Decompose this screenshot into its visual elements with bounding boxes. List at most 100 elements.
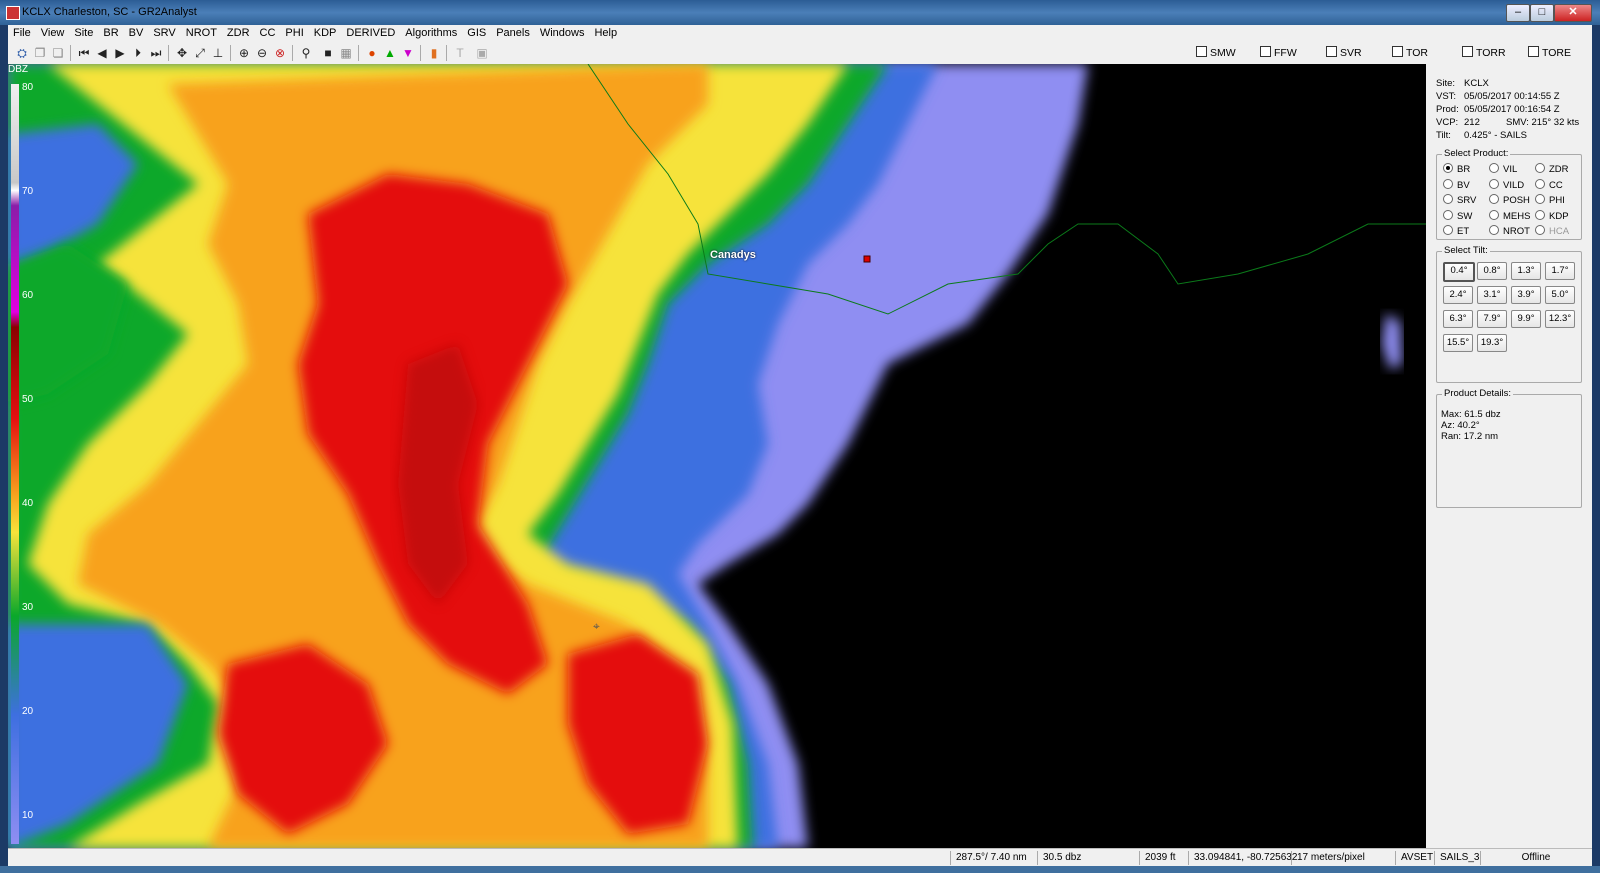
close-button[interactable]: ✕ — [1554, 4, 1592, 22]
radio-icon — [1443, 163, 1453, 173]
site-marker — [863, 255, 871, 263]
menu-derived[interactable]: DERIVED — [341, 25, 400, 42]
last-frame-icon[interactable]: ⏭ — [148, 45, 164, 61]
tilt-button[interactable]: 19.3° — [1477, 334, 1507, 352]
tilt-button[interactable]: 1.7° — [1545, 262, 1575, 280]
warning-toggle-smw[interactable]: SMW — [1196, 46, 1236, 59]
status-sails: SAILS_3 — [1434, 851, 1479, 865]
title-bar: KCLX Charleston, SC - GR2Analyst – □ ✕ — [0, 0, 1600, 25]
play-icon[interactable]: ▶ — [112, 45, 128, 61]
probe-icon[interactable]: ⚲ — [298, 45, 314, 61]
menu-file[interactable]: File — [8, 25, 36, 42]
zoom-reset-icon[interactable]: ⊗ — [272, 45, 288, 61]
zoom-out-icon[interactable]: ⊖ — [254, 45, 270, 61]
tilt-value: 0.425° - SAILS — [1464, 130, 1527, 141]
tilt-button[interactable]: 6.3° — [1443, 310, 1473, 328]
warning-toggle-svr[interactable]: SVR — [1326, 46, 1362, 59]
radar-display[interactable]: ⌖ DBZ 80 70 60 50 40 30 20 10 Canadys — [8, 64, 1426, 848]
copy-icon[interactable]: ❐ — [32, 45, 48, 61]
product-radio-mehs[interactable]: MEHS — [1489, 209, 1530, 222]
checkbox-icon — [1260, 46, 1271, 57]
product-radio-bv[interactable]: BV — [1443, 178, 1470, 191]
product-radio-sw[interactable]: SW — [1443, 209, 1472, 222]
menu-cc[interactable]: CC — [255, 25, 281, 42]
product-radio-hca[interactable]: HCA — [1535, 225, 1569, 237]
menu-nrot[interactable]: NROT — [181, 25, 222, 42]
menu-gis[interactable]: GIS — [462, 25, 491, 42]
tvs-icon[interactable]: ▼ — [400, 45, 416, 61]
warning-toggle-torr[interactable]: TORR — [1462, 46, 1506, 59]
product-radio-label: BR — [1457, 164, 1471, 175]
connect-icon[interactable]: ⛭ — [14, 45, 30, 61]
menu-srv[interactable]: SRV — [148, 25, 180, 42]
product-radio-vil[interactable]: VIL — [1489, 163, 1517, 175]
placefile-icon[interactable]: ▣ — [474, 45, 490, 61]
product-radio-nrot[interactable]: NROT — [1489, 225, 1530, 237]
tilt-button[interactable]: 5.0° — [1545, 286, 1575, 304]
product-radio-kdp[interactable]: KDP — [1535, 209, 1569, 222]
radio-icon — [1535, 194, 1545, 204]
dbz-legend: DBZ 80 70 60 50 40 30 20 10 — [8, 64, 34, 848]
toolbar-separator — [168, 45, 169, 61]
product-radio-cc[interactable]: CC — [1535, 178, 1563, 191]
site-value: KCLX — [1464, 78, 1489, 89]
menu-zdr[interactable]: ZDR — [222, 25, 255, 42]
measure-tool-icon[interactable]: ⤢ — [192, 45, 208, 61]
radio-icon — [1443, 225, 1453, 235]
tilt-button[interactable]: 9.9° — [1511, 310, 1541, 328]
minimize-button[interactable]: – — [1506, 4, 1530, 22]
smooth-icon[interactable]: ■ — [320, 45, 336, 61]
warning-toggle-tor[interactable]: TOR — [1392, 46, 1428, 59]
legend-tick: 50 — [22, 394, 34, 405]
checkbox-icon — [1462, 46, 1473, 57]
product-radio-et[interactable]: ET — [1443, 225, 1469, 237]
menu-panels[interactable]: Panels — [491, 25, 535, 42]
product-radio-br[interactable]: BR — [1443, 163, 1470, 175]
menu-br[interactable]: BR — [98, 25, 123, 42]
tilt-button[interactable]: 0.8° — [1477, 262, 1507, 280]
warning-toggle-ffw[interactable]: FFW — [1260, 46, 1297, 59]
menu-kdp[interactable]: KDP — [309, 25, 342, 42]
checkbox-icon — [1528, 46, 1539, 57]
product-radio-srv[interactable]: SRV — [1443, 194, 1476, 206]
zoom-in-icon[interactable]: ⊕ — [236, 45, 252, 61]
pan-tool-icon[interactable]: ✥ — [174, 45, 190, 61]
product-radio-vild[interactable]: VILD — [1489, 178, 1524, 191]
warnings-icon[interactable]: ▮ — [426, 45, 442, 61]
menu-bv[interactable]: BV — [124, 25, 149, 42]
grid-icon[interactable]: ▦ — [338, 45, 354, 61]
text-icon[interactable]: T — [452, 45, 468, 61]
menu-algorithms[interactable]: Algorithms — [400, 25, 462, 42]
meso-icon[interactable]: ▲ — [382, 45, 398, 61]
menu-bar: File View Site BR BV SRV NROT ZDR CC PHI KDP DERIVE… — [8, 25, 1592, 42]
product-radio-phi[interactable]: PHI — [1535, 194, 1565, 206]
tilt-button[interactable]: 12.3° — [1545, 310, 1575, 328]
tilt-button[interactable]: 2.4° — [1443, 286, 1473, 304]
menu-help[interactable]: Help — [589, 25, 622, 42]
detail-ran: Ran: 17.2 nm — [1441, 431, 1499, 442]
menu-windows[interactable]: Windows — [535, 25, 590, 42]
tilt-button[interactable]: 0.4° — [1443, 262, 1475, 282]
cross-section-icon[interactable]: ⊥ — [210, 45, 226, 61]
product-radio-zdr[interactable]: ZDR — [1535, 163, 1569, 175]
checkbox-icon — [1196, 46, 1207, 57]
maximize-button[interactable]: □ — [1530, 4, 1554, 22]
tilt-button[interactable]: 3.1° — [1477, 286, 1507, 304]
export-icon[interactable]: ❏ — [50, 45, 66, 61]
first-frame-icon[interactable]: ⏮ — [76, 45, 92, 61]
vst-value: 05/05/2017 00:14:55 Z — [1464, 91, 1560, 102]
product-radio-label: ZDR — [1549, 164, 1569, 175]
product-radio-posh[interactable]: POSH — [1489, 194, 1530, 206]
step-forward-icon[interactable]: ⏵ — [130, 45, 146, 61]
warning-toggle-tore[interactable]: TORE — [1528, 46, 1571, 59]
tilt-button[interactable]: 7.9° — [1477, 310, 1507, 328]
menu-view[interactable]: View — [36, 25, 70, 42]
radio-icon — [1443, 194, 1453, 204]
step-back-icon[interactable]: ◀ — [94, 45, 110, 61]
menu-phi[interactable]: PHI — [280, 25, 308, 42]
tilt-button[interactable]: 1.3° — [1511, 262, 1541, 280]
menu-site[interactable]: Site — [69, 25, 98, 42]
hail-icon[interactable]: ● — [364, 45, 380, 61]
tilt-button[interactable]: 3.9° — [1511, 286, 1541, 304]
tilt-button[interactable]: 15.5° — [1443, 334, 1473, 352]
